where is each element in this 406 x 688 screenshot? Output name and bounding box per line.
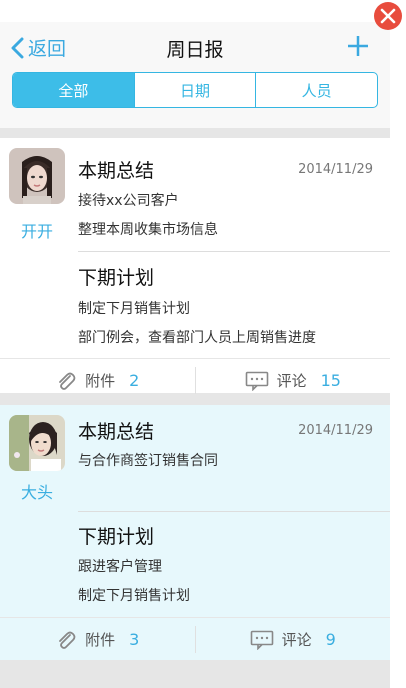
comment-icon: [245, 371, 268, 391]
attachment-label: 附件: [85, 372, 116, 390]
author-name: 大头: [20, 483, 53, 502]
report-card[interactable]: 开开 本期总结 2014/11/29 接待xx公司客户 整理本周收集市场信息 下…: [0, 138, 390, 394]
comment-icon: [250, 630, 273, 650]
plan-line: 制定下月销售计划: [78, 588, 190, 604]
plan-line: 制定下月销售计划: [78, 301, 190, 317]
filter-tabs: 全部 日期 人员: [12, 72, 378, 108]
filter-tabs-container: 全部 日期 人员: [0, 72, 390, 128]
attachment-count: 2: [129, 371, 140, 390]
summary-title: 本期总结: [78, 421, 155, 443]
status-strip: [0, 0, 390, 22]
nav-bar: 返回 周日报: [0, 22, 390, 72]
plan-title: 下期计划: [78, 526, 155, 548]
comment-count: 9: [325, 630, 336, 649]
section-gap: [0, 128, 390, 138]
divider: [78, 511, 390, 512]
summary-line: 与合作商签订销售合同: [78, 453, 218, 469]
close-icon: [380, 8, 396, 24]
paperclip-icon: [59, 372, 76, 390]
comment-button[interactable]: 评论 15: [196, 359, 391, 402]
attachment-button[interactable]: 附件 3: [0, 618, 195, 661]
report-date: 2014/11/29: [298, 162, 373, 177]
divider: [78, 251, 390, 252]
list-bottom-area: [0, 660, 390, 688]
comment-label: 评论: [276, 372, 307, 390]
plan-line: 部门例会，查看部门人员上周销售进度: [78, 330, 316, 346]
summary-line: 整理本周收集市场信息: [78, 222, 218, 238]
tab-people[interactable]: 人员: [255, 73, 377, 107]
summary-title: 本期总结: [78, 160, 155, 182]
attachment-button[interactable]: 附件 2: [0, 359, 195, 402]
comment-button[interactable]: 评论 9: [196, 618, 391, 661]
avatar-photo-icon: [9, 415, 65, 471]
comment-count: 15: [320, 371, 341, 390]
plan-title: 下期计划: [78, 267, 155, 289]
paperclip-icon: [59, 631, 76, 649]
attachment-label: 附件: [85, 631, 116, 649]
close-button[interactable]: [374, 2, 402, 30]
tab-all[interactable]: 全部: [13, 73, 134, 107]
card-footer: 附件 2 评论 15: [0, 358, 390, 402]
avatar[interactable]: [9, 148, 65, 204]
avatar-photo-icon: [9, 148, 65, 204]
comment-label: 评论: [281, 631, 312, 649]
page-title: 周日报: [166, 39, 224, 61]
tab-date[interactable]: 日期: [133, 73, 256, 107]
card-footer: 附件 3 评论 9: [0, 617, 390, 661]
report-card[interactable]: 大头 本期总结 2014/11/29 与合作商签订销售合同 下期计划 跟进客户管…: [0, 405, 390, 660]
attachment-count: 3: [129, 630, 140, 649]
report-date: 2014/11/29: [298, 423, 373, 438]
summary-line: 接待xx公司客户: [78, 193, 179, 209]
avatar[interactable]: [9, 415, 65, 471]
phone-screen: 返回 周日报 全部 日期 人员 开开 本期总结 2014/11/29 接待xx公…: [0, 0, 390, 688]
add-icon[interactable]: [346, 34, 370, 58]
plan-line: 跟进客户管理: [78, 559, 162, 575]
author-name: 开开: [20, 222, 53, 241]
